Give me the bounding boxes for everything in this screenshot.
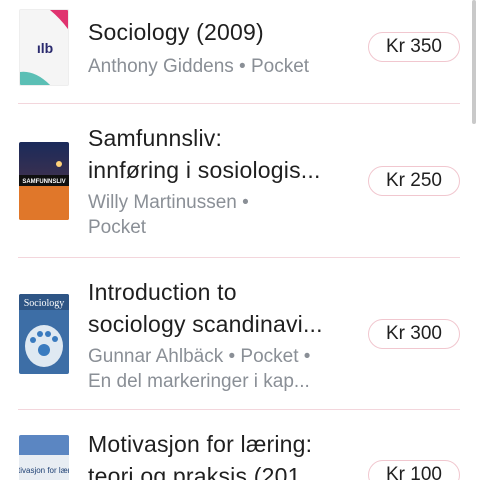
list-item[interactable]: Sociology Introduction to sociology scan…: [0, 258, 480, 410]
meta-line: Pocket: [88, 217, 147, 238]
price-badge[interactable]: Kr 300: [368, 319, 460, 349]
cover-title-text: Motivasjon for læring: [19, 466, 69, 475]
list-item[interactable]: Motivasjon for læring Motivasjon for lær…: [0, 410, 480, 480]
book-title[interactable]: Samfunnsliv: innføring i sosiologis...: [88, 122, 348, 186]
book-title[interactable]: Motivasjon for læring: teori og praksis …: [88, 428, 348, 480]
list-item[interactable]: SAMFUNNSLIV Samfunnsliv: innføring i sos…: [0, 104, 480, 258]
book-cover-image: SAMFUNNSLIV: [19, 142, 69, 220]
meta-line: Willy Martinussen •: [88, 192, 249, 213]
cover-title-text: SAMFUNNSLIV: [22, 179, 65, 185]
title-line: Sociology (2009): [88, 19, 264, 45]
book-meta: Willy Martinussen • Pocket: [88, 190, 350, 240]
title-line: Samfunnsliv:: [88, 125, 223, 151]
title-line: innføring i sosiologis...: [88, 157, 321, 183]
meta-line: Anthony Giddens • Pocket: [88, 56, 310, 77]
book-cover-thumbnail[interactable]: Sociology: [19, 294, 69, 374]
title-line: teori og praksis (201...: [88, 463, 321, 480]
meta-line: En del markeringer i kap...: [88, 371, 310, 392]
list-item[interactable]: ılb Sociology (2009) Anthony Giddens • P…: [0, 0, 480, 104]
cover-title-text: Sociology: [24, 298, 65, 309]
title-line: Motivasjon for læring:: [88, 431, 313, 457]
price-badge[interactable]: Kr 100: [368, 460, 460, 480]
book-cover-thumbnail[interactable]: SAMFUNNSLIV: [19, 142, 69, 220]
title-line: sociology scandinavi...: [88, 311, 323, 337]
book-cover-thumbnail[interactable]: Motivasjon for læring: [19, 435, 69, 480]
title-line: Introduction to: [88, 279, 237, 305]
book-cover-image: Motivasjon for læring: [19, 435, 69, 480]
price-badge[interactable]: Kr 350: [368, 32, 460, 62]
cover-logo-text: ılb: [37, 40, 53, 56]
scrollbar[interactable]: [472, 0, 476, 124]
meta-line: Gunnar Ahlbäck • Pocket •: [88, 346, 311, 367]
publisher-logo-cover: ılb: [20, 10, 68, 85]
book-title[interactable]: Introduction to sociology scandinavi...: [88, 276, 348, 340]
price-badge[interactable]: Kr 250: [368, 166, 460, 196]
book-title[interactable]: Sociology (2009): [88, 16, 348, 48]
book-listing-list: ılb Sociology (2009) Anthony Giddens • P…: [0, 0, 480, 480]
book-cover-image: Sociology: [19, 294, 69, 374]
book-meta: Gunnar Ahlbäck • Pocket • En del markeri…: [88, 344, 350, 394]
book-meta: Anthony Giddens • Pocket: [88, 54, 350, 79]
book-cover-thumbnail[interactable]: ılb: [19, 9, 69, 86]
